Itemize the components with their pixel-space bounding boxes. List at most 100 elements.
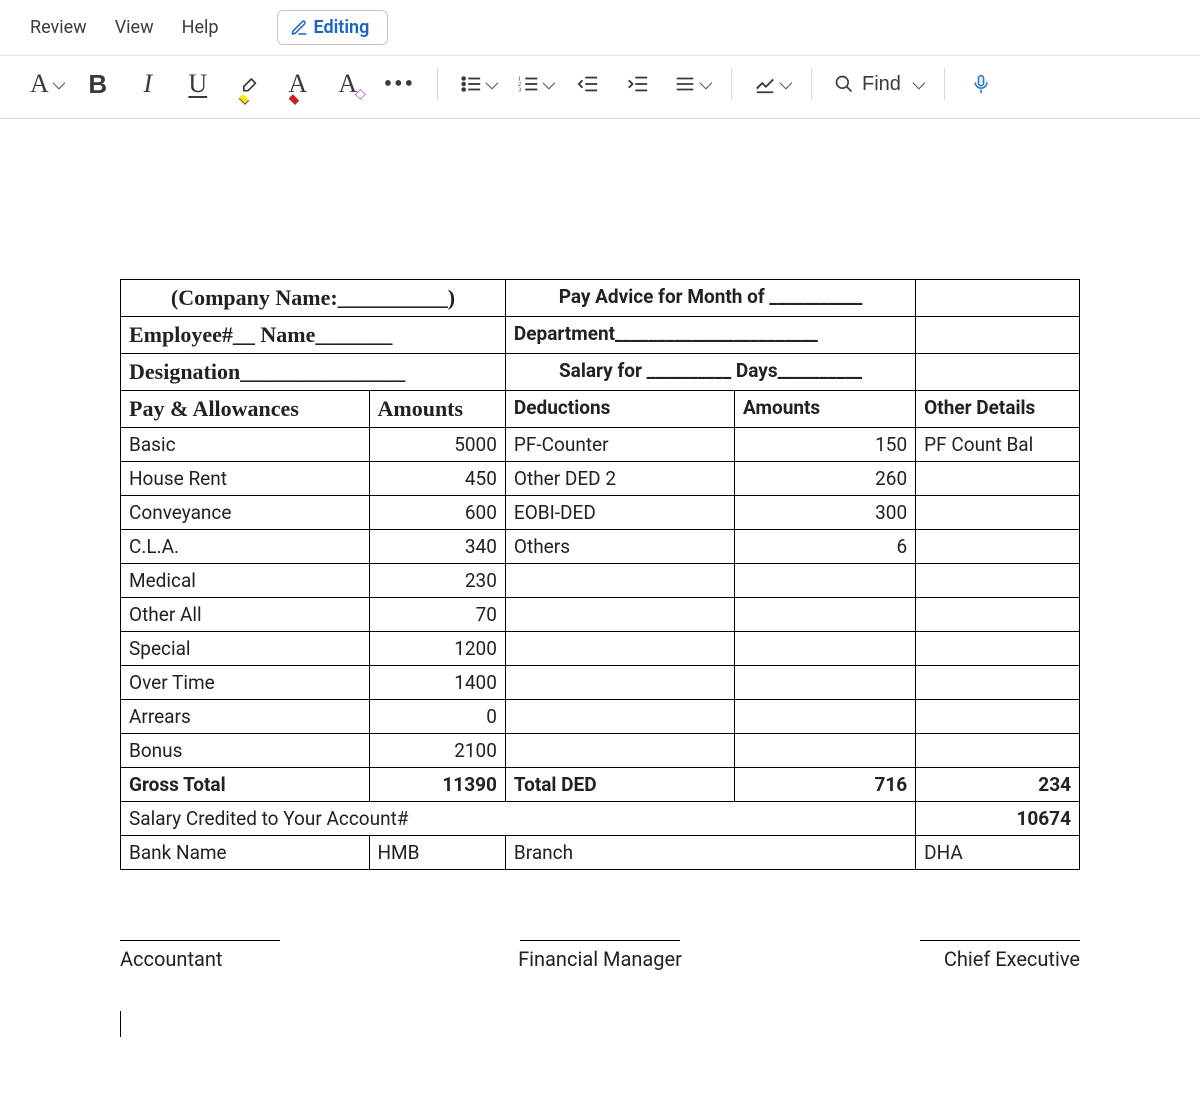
find-label: Find [862,73,901,96]
allow-label: Over Time [121,666,370,700]
allow-amount: 1200 [369,632,505,666]
blank-cell [505,598,734,632]
menu-review[interactable]: Review [30,17,87,38]
allow-amount: 0 [369,700,505,734]
bank-name-value: HMB [369,836,505,870]
blank-cell [735,666,916,700]
table-row: Other All 70 [121,598,1080,632]
numbered-list-button[interactable]: 123 [517,68,552,100]
net-salary: 10674 [916,802,1080,836]
allow-label: Conveyance [121,496,370,530]
styles-button[interactable] [754,68,789,100]
font-color-button[interactable]: A [284,68,312,100]
editing-mode-label: Editing [314,17,370,38]
allow-label: Arrears [121,700,370,734]
blank-cell [916,530,1080,564]
ded-label: Others [505,530,734,564]
salary-credited-row: Salary Credited to Your Account# 10674 [121,802,1080,836]
signature-label: Chief Executive [944,947,1080,971]
signature-chief-executive: Chief Executive [760,940,1080,971]
blank-cell [916,734,1080,768]
blank-cell [916,280,1080,317]
signature-label: Financial Manager [518,947,682,971]
blank-cell [735,700,916,734]
blank-cell [916,496,1080,530]
font-size-button[interactable]: A [30,68,62,100]
clear-formatting-button[interactable]: A◇ [334,68,362,100]
underline-button[interactable]: U [184,68,212,100]
total-ded-label: Total DED [505,768,734,802]
allow-label: Bonus [121,734,370,768]
hdr-amounts2: Amounts [735,391,916,428]
allow-amount: 340 [369,530,505,564]
microphone-icon [971,72,991,96]
table-row: Basic 5000 PF-Counter 150 PF Count Bal [121,428,1080,462]
indent-icon [627,73,649,95]
search-icon [834,74,854,94]
blank-cell [735,734,916,768]
allow-amount: 70 [369,598,505,632]
designation-cell: Designation_______________ [121,354,506,391]
blank-cell [505,666,734,700]
signature-financial-manager: Financial Manager [440,940,760,971]
decrease-indent-button[interactable] [574,68,602,100]
table-row: Special 1200 [121,632,1080,666]
branch-label: Branch [505,836,915,870]
blank-cell [735,564,916,598]
allow-amount: 450 [369,462,505,496]
menu-help[interactable]: Help [182,17,219,38]
table-row: Conveyance 600 EOBI-DED 300 [121,496,1080,530]
gross-total-amount: 11390 [369,768,505,802]
table-row: House Rent 450 Other DED 2 260 [121,462,1080,496]
find-button[interactable]: Find [834,73,922,96]
table-row: Arrears 0 [121,700,1080,734]
allow-amount: 5000 [369,428,505,462]
pay-advice-cell: Pay Advice for Month of ___________ [505,280,915,317]
document-canvas[interactable]: (Company Name:__________) Pay Advice for… [0,119,1200,1097]
other-total: 234 [916,768,1080,802]
allow-label: Medical [121,564,370,598]
separator [944,68,945,100]
hdr-amounts1: Amounts [369,391,505,428]
highlight-button[interactable] [234,68,262,100]
more-formatting-button[interactable]: ••• [384,68,415,100]
gross-total-label: Gross Total [121,768,370,802]
total-ded-amount: 716 [735,768,916,802]
styles-icon [754,73,776,95]
paragraph-spacing-button[interactable] [674,68,709,100]
branch-value: DHA [916,836,1080,870]
blank-cell [916,462,1080,496]
allow-label: Special [121,632,370,666]
hdr-pay-allow: Pay & Allowances [121,391,370,428]
editing-mode-dropdown[interactable]: Editing [277,10,389,45]
hdr-deductions: Deductions [505,391,734,428]
salary-for-cell: Salary for __________ Days__________ [505,354,915,391]
bulleted-list-button[interactable] [460,68,495,100]
italic-button[interactable]: I [134,68,162,100]
allow-amount: 2100 [369,734,505,768]
blank-cell [916,598,1080,632]
menu-view[interactable]: View [115,17,154,38]
allow-amount: 1400 [369,666,505,700]
blank-cell [916,700,1080,734]
signature-line [920,940,1080,941]
separator [731,68,732,100]
ded-label: PF-Counter [505,428,734,462]
ded-amount: 300 [735,496,916,530]
table-row: Medical 230 [121,564,1080,598]
dictate-button[interactable] [967,68,995,100]
table-row: Over Time 1400 [121,666,1080,700]
ded-label: Other DED 2 [505,462,734,496]
separator [437,68,438,100]
allow-amount: 600 [369,496,505,530]
numbering-icon: 123 [517,73,539,95]
pay-advice-table: (Company Name:__________) Pay Advice for… [120,279,1080,870]
increase-indent-button[interactable] [624,68,652,100]
svg-text:3: 3 [518,86,521,93]
page[interactable]: (Company Name:__________) Pay Advice for… [0,119,1200,1097]
totals-row: Gross Total 11390 Total DED 716 234 [121,768,1080,802]
bold-button[interactable]: B [84,68,112,100]
bank-name-label: Bank Name [121,836,370,870]
salary-credited-label: Salary Credited to Your Account# [121,802,916,836]
ded-label: EOBI-DED [505,496,734,530]
